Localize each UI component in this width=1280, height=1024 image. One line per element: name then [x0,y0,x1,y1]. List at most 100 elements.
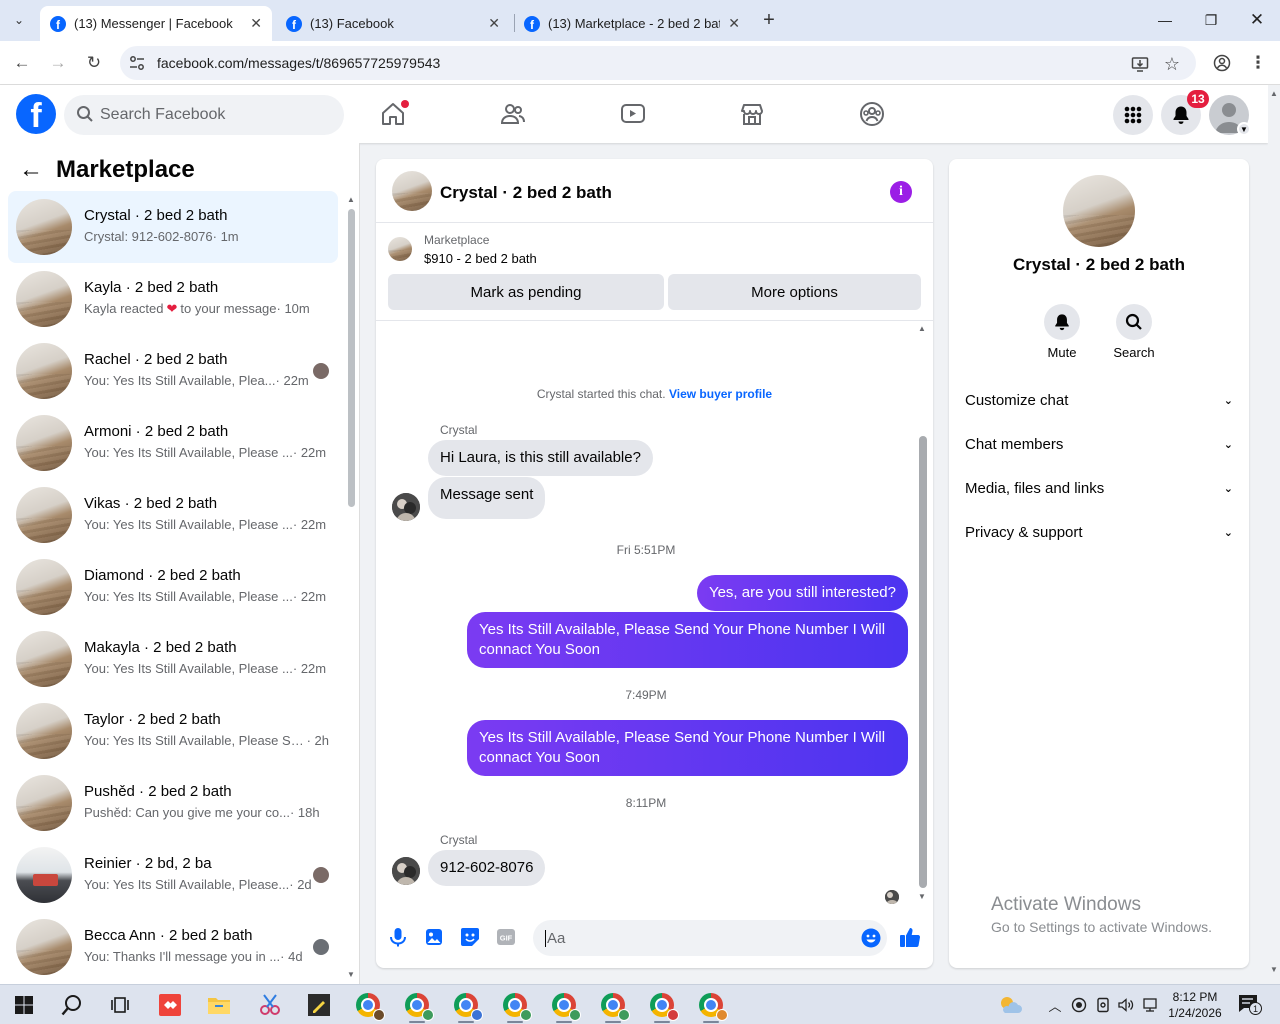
close-tab-icon[interactable]: ✕ [488,15,500,32]
listing-price-title[interactable]: $910 - 2 bed 2 bath [424,251,537,266]
mute-button[interactable]: Mute [1032,304,1092,360]
search-in-chat-button[interactable]: Search [1104,304,1164,360]
friends-icon[interactable] [498,99,528,129]
conversation-item[interactable]: Vikas · 2 bed 2 bath You: Yes Its Still … [8,479,338,551]
minimize-icon[interactable]: — [1150,8,1180,32]
emoji-icon[interactable] [861,928,881,948]
conversation-item[interactable]: Makayla · 2 bed 2 bath You: Yes Its Stil… [8,623,338,695]
message-input[interactable]: Aa [533,920,887,956]
conversation-item[interactable]: Crystal · 2 bed 2 bath Crystal: 912-602-… [8,191,338,263]
menu-grid-icon[interactable] [1113,95,1153,135]
chrome-profile-3-icon[interactable] [452,991,483,1021]
conversation-item[interactable]: Taylor · 2 bed 2 bath You: Yes Its Still… [8,695,338,767]
incoming-message[interactable]: Hi Laura, is this still available? [428,440,653,476]
windows-start-icon[interactable] [10,991,38,1019]
account-caret-icon[interactable]: ▼ [1237,122,1251,136]
sticker-icon[interactable] [459,926,481,948]
conversation-item[interactable]: Becca Ann · 2 bed 2 bath You: Thanks I'l… [8,911,338,983]
facebook-search-input[interactable]: Search Facebook [64,95,344,135]
customize-chat-section[interactable]: Customize chat ⌄ [965,385,1233,415]
site-settings-icon[interactable] [128,54,146,72]
incoming-message[interactable]: Message sent [428,477,546,519]
profile-icon[interactable] [1210,51,1234,75]
chrome-profile-6-icon[interactable] [599,991,630,1021]
tab-marketplace[interactable]: f (13) Marketplace - 2 bed 2 bath ✕ [514,6,750,41]
reload-icon[interactable]: ↻ [82,51,106,75]
back-arrow-icon[interactable]: ← [10,51,34,75]
chrome-profile-4-icon[interactable] [501,991,532,1021]
chrome-profile-1-icon[interactable] [354,991,385,1021]
scroll-down-arrow-icon[interactable]: ▼ [347,970,355,979]
taskbar-search-icon[interactable] [58,991,86,1019]
close-tab-icon[interactable]: ✕ [728,15,740,32]
listing-thumbnail [16,199,72,255]
system-clock[interactable]: 8:12 PM 1/24/2026 [1162,989,1228,1021]
microphone-icon[interactable] [387,926,409,948]
tab-title: (13) Messenger | Facebook [74,16,233,31]
snipping-tool-icon[interactable] [256,991,284,1019]
file-explorer-icon[interactable] [205,991,233,1019]
page-scrollbar[interactable]: ▲ ▼ [1268,85,1280,984]
conversation-item[interactable]: Armoni · 2 bed 2 bath You: Yes Its Still… [8,407,338,479]
network-icon[interactable] [1141,996,1159,1014]
task-view-icon[interactable] [106,991,134,1019]
back-arrow-icon[interactable]: ← [18,156,44,183]
conversation-list-scrollbar[interactable] [346,201,356,511]
groups-icon[interactable] [857,99,887,129]
conversation-item[interactable]: Reinier · 2 bd, 2 ba You: Yes Its Still … [8,839,338,911]
facebook-header: f Search Facebook 13 ▼ [0,85,1268,143]
tab-messenger[interactable]: f (13) Messenger | Facebook ✕ [40,6,272,41]
tab-facebook[interactable]: f (13) Facebook ✕ [276,6,510,41]
message-thread-scrollbar[interactable]: ▲ ▼ [917,324,929,904]
chrome-profile-7-icon[interactable] [648,991,679,1021]
anydesk-app-icon[interactable] [156,991,184,1019]
marketplace-icon[interactable] [737,99,767,129]
bookmark-star-icon[interactable]: ☆ [1162,54,1182,74]
view-buyer-profile-link[interactable]: View buyer profile [669,387,772,401]
outgoing-message[interactable]: Yes, are you still interested? [696,575,908,611]
device-icon[interactable] [1094,996,1112,1014]
action-center-icon[interactable]: 1 [1238,994,1262,1015]
install-app-icon[interactable] [1130,54,1150,74]
restore-icon[interactable]: ❐ [1196,8,1226,32]
outgoing-message[interactable]: Yes Its Still Available, Please Send You… [467,612,908,668]
conversation-preview: Pushěd: Can you give me your co... · 18h [84,805,320,820]
more-options-button[interactable]: More options [668,274,921,310]
address-bar[interactable]: facebook.com/messages/t/869657725979543 … [120,46,1196,80]
video-icon[interactable] [618,99,648,129]
close-window-icon[interactable]: ✕ [1242,8,1272,32]
sticky-notes-icon[interactable] [305,991,333,1019]
chrome-profile-8-icon[interactable] [697,991,728,1021]
weather-icon[interactable] [996,991,1024,1019]
chat-title[interactable]: Crystal · 2 bed 2 bath [440,183,612,203]
record-icon[interactable] [1070,996,1088,1014]
chrome-profile-5-icon[interactable] [550,991,581,1021]
photo-icon[interactable] [423,926,445,948]
url-text[interactable]: facebook.com/messages/t/869657725979543 [157,55,440,71]
new-tab-button[interactable]: + [758,8,780,32]
media-files-links-section[interactable]: Media, files and links ⌄ [965,473,1233,503]
gif-icon[interactable]: GIF [495,926,517,948]
privacy-support-section[interactable]: Privacy & support ⌄ [965,517,1233,547]
incoming-message[interactable]: 912-602-8076 [428,850,546,886]
close-tab-icon[interactable]: ✕ [250,15,262,32]
forward-arrow-icon[interactable]: → [46,51,70,75]
tab-search-chevron-icon[interactable]: ⌄ [6,8,32,32]
message-thread: Crystal started this chat. View buyer pr… [376,321,933,906]
conversation-item[interactable]: Kayla · 2 bed 2 bath Kayla reacted ❤ to yo… [8,263,338,335]
mark-as-pending-button[interactable]: Mark as pending [388,274,664,310]
volume-icon[interactable] [1117,996,1135,1014]
show-hidden-icons-chevron-icon[interactable]: ︿ [1046,996,1064,1014]
conversation-item[interactable]: Pushěd · 2 bed 2 bath Pushěd: Can you gi… [8,767,338,839]
info-icon[interactable]: i [890,181,912,203]
outgoing-message[interactable]: Yes Its Still Available, Please Send You… [467,720,908,776]
conversation-item[interactable]: Diamond · 2 bed 2 bath You: Yes Its Stil… [8,551,338,623]
conversation-item[interactable]: Rachel · 2 bed 2 bath You: Yes Its Still… [8,335,338,407]
tab-title: (13) Facebook [310,16,394,31]
thumbs-up-icon[interactable] [899,926,921,948]
chat-avatar[interactable] [392,171,432,211]
browser-menu-icon[interactable]: ⋮ [1246,51,1270,75]
chrome-profile-2-icon[interactable] [403,991,434,1021]
chat-members-section[interactable]: Chat members ⌄ [965,429,1233,459]
facebook-logo-icon[interactable]: f [16,94,56,134]
